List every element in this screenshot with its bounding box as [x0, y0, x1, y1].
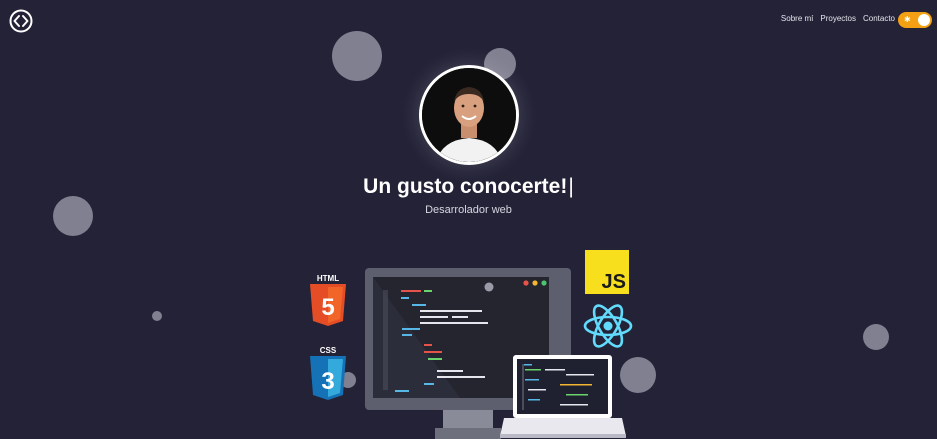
html-glyph: 5	[321, 294, 334, 321]
html-label: HTML	[317, 274, 339, 283]
react-icon	[582, 302, 634, 350]
css3-icon: CSS 3	[308, 344, 348, 402]
css-label: CSS	[320, 346, 337, 355]
html5-icon: HTML 5	[308, 272, 348, 328]
js-label: JS	[602, 271, 626, 293]
laptop-illustration	[500, 355, 626, 438]
css-glyph: 3	[321, 368, 334, 395]
developer-illustration	[365, 268, 626, 439]
javascript-icon: JS	[585, 250, 629, 294]
